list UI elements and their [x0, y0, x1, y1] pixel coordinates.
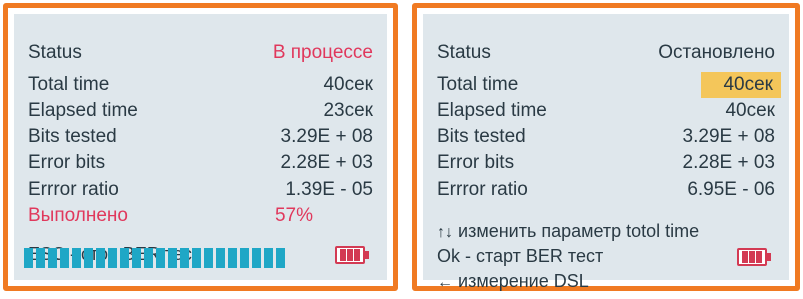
progress-segment	[60, 248, 69, 268]
error-bits-label: Error bits	[28, 152, 106, 173]
battery-icon	[335, 246, 371, 266]
bits-tested-label: Bits tested	[437, 126, 526, 147]
up-down-arrows-icon: ↑↓	[437, 224, 453, 241]
progress-segment	[216, 248, 225, 268]
progress-segment	[252, 248, 261, 268]
total-time-row[interactable]: Total time 40сек	[437, 72, 781, 98]
error-ratio-row: Errror ratio 6.95E - 06	[437, 177, 775, 203]
elapsed-time-row: Elapsed time 40сек	[437, 98, 775, 124]
progress-segment	[240, 248, 249, 268]
bits-tested-row: Bits tested 3.29E + 08	[437, 124, 775, 150]
progress-bar	[24, 248, 286, 268]
progress-segment	[276, 248, 285, 268]
elapsed-time-label: Elapsed time	[437, 100, 547, 121]
completed-row: Выполнено 57%	[28, 203, 373, 229]
progress-segment	[48, 248, 57, 268]
status-value: В процессе	[272, 42, 373, 63]
progress-segment	[180, 248, 189, 268]
elapsed-time-label: Elapsed time	[28, 100, 138, 121]
progress-segment	[120, 248, 129, 268]
bits-tested-value: 3.29E + 08	[682, 126, 775, 147]
error-ratio-label: Errror ratio	[28, 179, 119, 200]
total-time-value: 40сек	[323, 74, 373, 95]
completed-value: 57%	[274, 205, 313, 226]
elapsed-time-value: 40сек	[725, 100, 775, 121]
error-bits-label: Error bits	[437, 152, 515, 173]
status-row: Status Остановлено	[437, 40, 775, 66]
progress-segment	[264, 248, 273, 268]
status-label: Status	[28, 42, 82, 63]
dsl-measure-text: измерение DSL	[458, 271, 589, 291]
total-time-label: Total time	[28, 74, 110, 95]
progress-segment	[168, 248, 177, 268]
progress-segment	[192, 248, 201, 268]
progress-segment	[24, 248, 33, 268]
elapsed-time-value: 23сек	[323, 100, 373, 121]
status-row: Status В процессе	[28, 40, 373, 66]
progress-segment	[36, 248, 45, 268]
error-bits-row: Error bits 2.28E + 03	[437, 150, 775, 176]
error-ratio-value: 6.95E - 06	[687, 179, 775, 200]
status-value: Остановлено	[658, 42, 775, 63]
error-ratio-row: Errror ratio 1.39E - 05	[28, 177, 373, 203]
total-time-value-selected[interactable]: 40сек	[701, 72, 781, 98]
left-arrow-icon: ←	[437, 274, 453, 291]
right-screen: Status Остановлено Total time 40сек Elap…	[423, 14, 789, 291]
progress-segment	[204, 248, 213, 268]
progress-segment	[144, 248, 153, 268]
progress-segment	[108, 248, 117, 268]
ok-start-hint: Ok - старт BER тест	[437, 246, 604, 266]
status-label: Status	[437, 42, 491, 63]
dsl-measure-hint: ← измерение DSL	[437, 269, 589, 293]
error-bits-value: 2.28E + 03	[682, 152, 775, 173]
total-time-row[interactable]: Total time 40сек	[28, 72, 373, 98]
ber-test-stopped-panel: Status Остановлено Total time 40сек Elap…	[412, 3, 800, 291]
change-parameter-text: изменить параметр totol time	[458, 221, 700, 241]
left-screen: Status В процессе Total time 40сек Elaps…	[14, 14, 387, 280]
bits-tested-row: Bits tested 3.29E + 08	[28, 124, 373, 150]
progress-segment	[72, 248, 81, 268]
progress-segment	[132, 248, 141, 268]
battery-icon	[737, 248, 773, 268]
total-time-label: Total time	[437, 74, 519, 95]
bits-tested-value: 3.29E + 08	[280, 126, 373, 147]
progress-segment	[84, 248, 93, 268]
bits-tested-label: Bits tested	[28, 126, 117, 147]
error-bits-value: 2.28E + 03	[280, 152, 373, 173]
change-parameter-hint: ↑↓ изменить параметр totol time	[437, 219, 699, 243]
elapsed-time-row: Elapsed time 23сек	[28, 98, 373, 124]
error-ratio-label: Errror ratio	[437, 179, 528, 200]
ber-test-running-panel: Status В процессе Total time 40сек Elaps…	[3, 3, 398, 291]
progress-segment	[228, 248, 237, 268]
progress-segment	[96, 248, 105, 268]
completed-label: Выполнено	[28, 205, 128, 226]
progress-segment	[156, 248, 165, 268]
error-ratio-value: 1.39E - 05	[285, 179, 373, 200]
error-bits-row: Error bits 2.28E + 03	[28, 150, 373, 176]
